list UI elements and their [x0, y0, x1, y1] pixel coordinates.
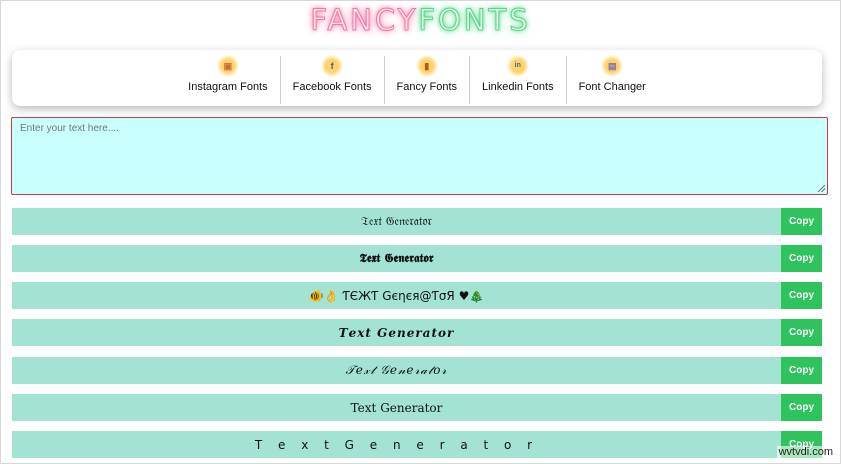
copy-button[interactable]: Copy: [781, 394, 822, 421]
nav-item-label: Facebook Fonts: [292, 81, 372, 93]
nav-item-font-changer[interactable]: ▤ Font Changer: [567, 50, 658, 106]
result-text[interactable]: 🐠👌 ƬЄЖƬ Gєηєя@ƬσЯ ♥🎄: [12, 282, 781, 309]
copy-button[interactable]: Copy: [781, 319, 822, 346]
font-changer-icon: ▤: [601, 55, 624, 77]
nav-item-instagram-fonts[interactable]: ▣ Instagram Fonts: [176, 50, 279, 106]
nav-item-label: Fancy Fonts: [396, 81, 458, 93]
result-row: Text Generator Copy: [12, 394, 822, 421]
result-row: 🐠👌 ƬЄЖƬ Gєηєя@ƬσЯ ♥🎄 Copy: [12, 282, 822, 309]
text-input-area: [11, 117, 828, 195]
copy-button[interactable]: Copy: [781, 208, 822, 235]
nav-item-fancy-fonts[interactable]: ▮ Fancy Fonts: [385, 50, 470, 106]
site-logo[interactable]: FANCYFONTS: [0, 3, 841, 43]
copy-button[interactable]: Copy: [781, 282, 822, 309]
result-row: 𝕿𝖊𝖝𝖙 𝕲𝖊𝖓𝖊𝖗𝖆𝖙𝖔𝖗 Copy: [12, 245, 822, 272]
result-text[interactable]: 𝒯𝑒𝓍𝓉 𝒢𝑒𝓃𝑒𝓇𝒶𝓉𝑜𝓇: [12, 357, 781, 384]
nav-item-label: Instagram Fonts: [188, 81, 268, 93]
copy-button[interactable]: Copy: [781, 245, 822, 272]
result-text[interactable]: T e x t G e n e r a t o r: [12, 431, 781, 458]
watermark-text: wvtvdi.com: [776, 446, 835, 458]
result-row: 𝔗𝔢𝔵𝔱 𝔊𝔢𝔫𝔢𝔯𝔞𝔱𝔬𝔯 Copy: [12, 208, 822, 235]
logo-word-fonts: FONTS: [418, 3, 531, 38]
result-text[interactable]: 𝔗𝔢𝔵𝔱 𝔊𝔢𝔫𝔢𝔯𝔞𝔱𝔬𝔯: [12, 208, 781, 235]
nav-item-linkedin-fonts[interactable]: in Linkedin Fonts: [470, 50, 566, 106]
resize-grip[interactable]: [818, 185, 825, 192]
nav-item-label: Linkedin Fonts: [482, 81, 554, 93]
fancy-fonts-icon: ▮: [415, 55, 438, 77]
result-text[interactable]: Text Generator: [12, 394, 781, 421]
logo-word-fancy: FANCY: [310, 3, 419, 38]
nav-item-facebook-fonts[interactable]: f Facebook Fonts: [281, 50, 384, 106]
linkedin-icon: in: [506, 55, 529, 77]
facebook-icon: f: [321, 55, 344, 77]
nav-item-label: Font Changer: [578, 81, 646, 93]
font-category-nav: ▣ Instagram Fonts f Facebook Fonts ▮ Fan…: [12, 50, 822, 106]
result-row: 𝒯𝑒𝓍𝓉 𝒢𝑒𝓃𝑒𝓇𝒶𝓉𝑜𝓇 Copy: [12, 357, 822, 384]
result-row: T e x t G e n e r a t o r Copy: [12, 431, 822, 458]
result-text[interactable]: 𝑻𝒆𝒙𝒕 𝑮𝒆𝒏𝒆𝒓𝒂𝒕𝒐𝒓: [12, 319, 781, 346]
result-row: 𝑻𝒆𝒙𝒕 𝑮𝒆𝒏𝒆𝒓𝒂𝒕𝒐𝒓 Copy: [12, 319, 822, 346]
instagram-icon: ▣: [216, 55, 239, 77]
copy-button[interactable]: Copy: [781, 357, 822, 384]
result-text[interactable]: 𝕿𝖊𝖝𝖙 𝕲𝖊𝖓𝖊𝖗𝖆𝖙𝖔𝖗: [12, 245, 781, 272]
text-input[interactable]: [20, 123, 827, 194]
